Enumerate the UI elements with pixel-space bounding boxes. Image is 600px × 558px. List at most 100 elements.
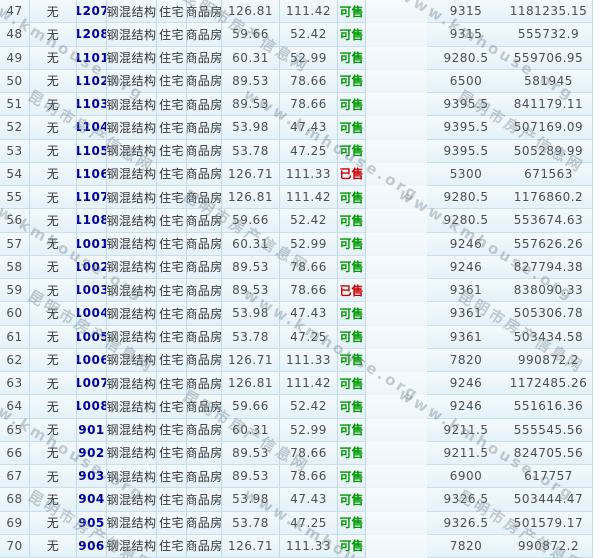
inner-area-cell: 78.66 (280, 93, 338, 116)
build-area-cell: 53.78 (222, 326, 280, 349)
room-number-link[interactable]: 1107 (77, 186, 107, 209)
room-number-link[interactable]: 1002 (77, 256, 107, 279)
room-number-link[interactable]: 1101 (77, 47, 107, 70)
row-number-cell: 70 (0, 535, 30, 558)
room-number-link[interactable]: 903 (77, 465, 107, 488)
status-cell: 可售 (338, 116, 366, 139)
flag-cell: 无 (30, 256, 77, 279)
room-number-link[interactable]: 1006 (77, 349, 107, 372)
spacer-cell (366, 395, 427, 418)
edge-spacer (593, 372, 600, 395)
room-number-link[interactable]: 1001 (77, 233, 107, 256)
room-number-link[interactable]: 1007 (77, 372, 107, 395)
inner-area-cell: 78.66 (280, 442, 338, 465)
room-number-link[interactable]: 904 (77, 488, 107, 511)
status-cell: 可售 (338, 186, 366, 209)
room-number-link[interactable]: 1108 (77, 209, 107, 232)
room-number-link[interactable]: 1005 (77, 326, 107, 349)
spacer-cell (366, 349, 427, 372)
room-number-link[interactable]: 1102 (77, 70, 107, 93)
structure-cell: 钢混结构 (107, 419, 157, 442)
edge-spacer (593, 535, 600, 558)
room-number-link[interactable]: 901 (77, 419, 107, 442)
flag-cell: 无 (30, 93, 77, 116)
edge-spacer (593, 395, 600, 418)
inner-area-cell: 78.66 (280, 279, 338, 302)
table-row: 60无1004钢混结构住宅商品房53.9847.43可售9361505306.7… (0, 302, 600, 325)
room-number-link[interactable]: 1008 (77, 395, 107, 418)
row-number-cell: 50 (0, 70, 30, 93)
row-number-cell: 60 (0, 302, 30, 325)
property-type-cell: 商品房 (187, 395, 222, 418)
row-number-cell: 68 (0, 488, 30, 511)
flag-cell: 无 (30, 488, 77, 511)
inner-area-cell: 52.42 (280, 395, 338, 418)
row-number-cell: 59 (0, 279, 30, 302)
flag-cell: 无 (30, 326, 77, 349)
property-type-cell: 商品房 (187, 23, 222, 46)
edge-spacer (593, 465, 600, 488)
spacer-cell (366, 302, 427, 325)
usage-cell: 住宅 (157, 140, 187, 163)
room-number-link[interactable]: 1104 (77, 116, 107, 139)
edge-spacer (593, 233, 600, 256)
edge-spacer (593, 326, 600, 349)
spacer-cell (366, 23, 427, 46)
usage-cell: 住宅 (157, 302, 187, 325)
table-row: 62无1006钢混结构住宅商品房126.71111.33可售7820990872… (0, 349, 600, 372)
structure-cell: 钢混结构 (107, 23, 157, 46)
status-cell: 可售 (338, 326, 366, 349)
status-cell: 可售 (338, 47, 366, 70)
room-number-link[interactable]: 1106 (77, 163, 107, 186)
status-cell: 可售 (338, 488, 366, 511)
spacer-cell (366, 512, 427, 535)
unit-price-cell: 9280.5 (427, 47, 505, 70)
spacer-cell (366, 116, 427, 139)
total-price-cell: 671563 (505, 163, 593, 186)
room-number-link[interactable]: 905 (77, 512, 107, 535)
edge-spacer (593, 23, 600, 46)
status-cell: 可售 (338, 256, 366, 279)
room-number-link[interactable]: 1208 (77, 23, 107, 46)
spacer-cell (366, 186, 427, 209)
spacer-cell (366, 488, 427, 511)
spacer-cell (366, 163, 427, 186)
structure-cell: 钢混结构 (107, 186, 157, 209)
unit-price-cell: 9280.5 (427, 186, 505, 209)
row-number-cell: 56 (0, 209, 30, 232)
housing-listing-screen: 47无1207钢混结构住宅商品房126.81111.42可售9315118123… (0, 0, 600, 558)
room-number-link[interactable]: 1105 (77, 140, 107, 163)
room-number-link[interactable]: 906 (77, 535, 107, 558)
total-price-cell: 501579.17 (505, 512, 593, 535)
inner-area-cell: 78.66 (280, 465, 338, 488)
property-type-cell: 商品房 (187, 465, 222, 488)
flag-cell: 无 (30, 0, 77, 23)
room-number-link[interactable]: 1103 (77, 93, 107, 116)
spacer-cell (366, 326, 427, 349)
row-number-cell: 49 (0, 47, 30, 70)
row-number-cell: 69 (0, 512, 30, 535)
total-price-cell: 505306.78 (505, 302, 593, 325)
flag-cell: 无 (30, 372, 77, 395)
usage-cell: 住宅 (157, 116, 187, 139)
total-price-cell: 824705.56 (505, 442, 593, 465)
flag-cell: 无 (30, 140, 77, 163)
room-number-link[interactable]: 1207 (77, 0, 107, 23)
status-cell: 可售 (338, 442, 366, 465)
build-area-cell: 60.31 (222, 233, 280, 256)
room-number-link[interactable]: 1003 (77, 279, 107, 302)
inner-area-cell: 52.99 (280, 233, 338, 256)
flag-cell: 无 (30, 47, 77, 70)
total-price-cell: 1172485.26 (505, 372, 593, 395)
room-number-link[interactable]: 1004 (77, 302, 107, 325)
room-number-link[interactable]: 902 (77, 442, 107, 465)
total-price-cell: 551616.36 (505, 395, 593, 418)
unit-price-cell: 9361 (427, 326, 505, 349)
total-price-cell: 557626.26 (505, 233, 593, 256)
structure-cell: 钢混结构 (107, 535, 157, 558)
structure-cell: 钢混结构 (107, 326, 157, 349)
edge-spacer (593, 186, 600, 209)
row-number-cell: 62 (0, 349, 30, 372)
usage-cell: 住宅 (157, 163, 187, 186)
unit-price-cell: 9395.5 (427, 93, 505, 116)
